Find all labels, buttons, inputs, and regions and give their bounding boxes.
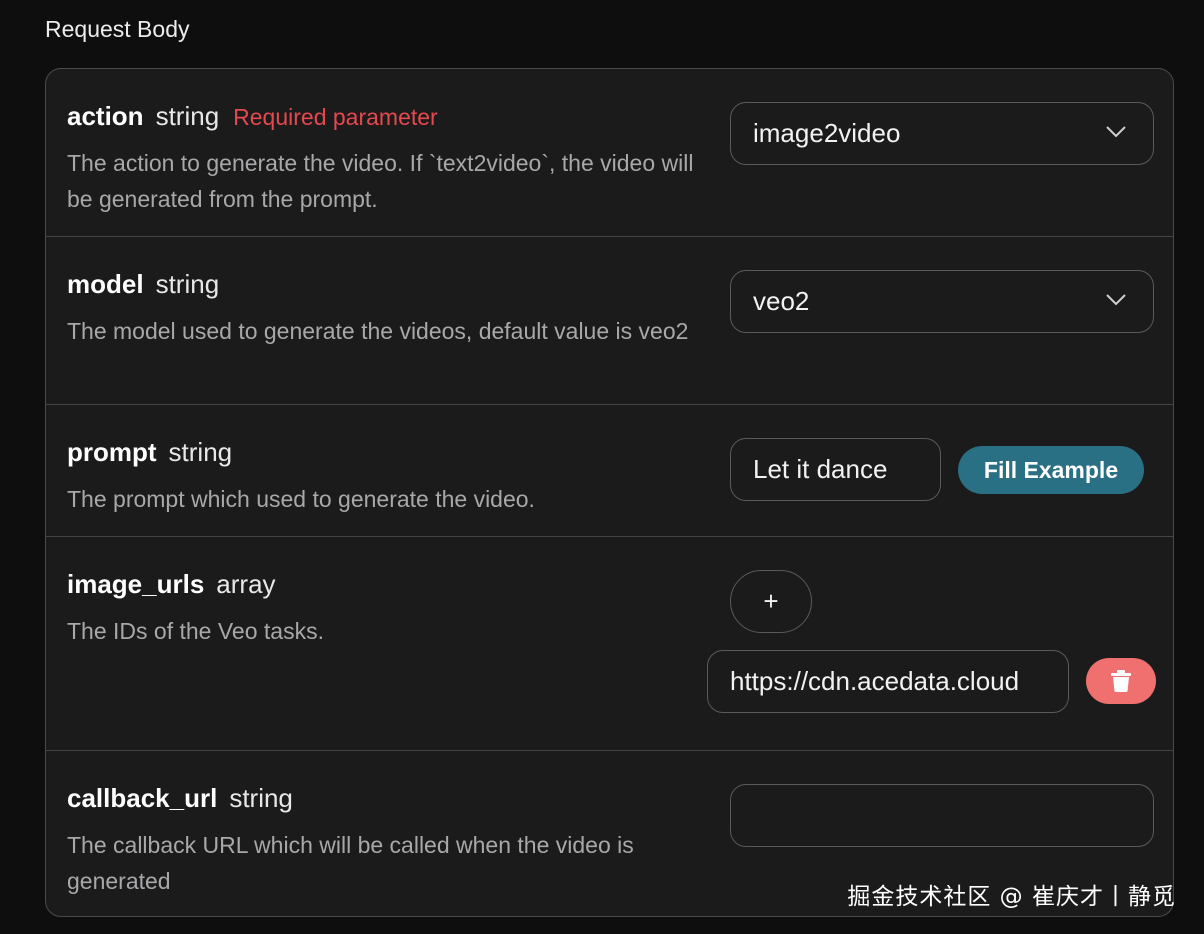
callback-url-input[interactable] [730,784,1154,847]
add-item-button[interactable]: + [730,570,812,633]
param-description: The prompt which used to generate the vi… [67,486,535,512]
param-type: array [216,569,276,599]
param-header: image_urls array [67,569,276,600]
param-type: string [168,437,233,467]
section-title: Request Body [45,16,190,42]
param-description: The callback URL which will be called wh… [67,832,634,894]
param-type: string [229,783,293,813]
trash-icon [1111,670,1131,692]
select-value: image2video [753,118,901,148]
param-type: string [155,101,220,131]
select-value: veo2 [753,286,810,316]
param-row-image-urls: image_urls array The IDs of the Veo task… [46,537,1173,751]
param-header: model string [67,269,219,300]
delete-item-button[interactable] [1086,658,1156,704]
param-description: The action to generate the video. If `te… [67,150,694,212]
param-name: prompt [67,437,157,467]
param-description: The model used to generate the videos, d… [67,318,689,344]
prompt-input[interactable]: Let it dance [730,438,941,501]
param-header: prompt string [67,437,232,468]
param-type: string [155,269,220,299]
input-value: https://cdn.acedata.cloud [730,666,1020,696]
param-row-action: action string Required parameter The act… [46,69,1173,237]
param-description: The IDs of the Veo tasks. [67,618,324,644]
param-name: callback_url [67,783,218,813]
param-header: callback_url string [67,783,293,814]
param-row-model: model string The model used to generate … [46,237,1173,405]
param-row-prompt: prompt string The prompt which used to g… [46,405,1173,537]
chevron-down-icon [1106,126,1126,138]
image-url-input[interactable]: https://cdn.acedata.cloud [707,650,1069,713]
fill-example-button[interactable]: Fill Example [958,446,1144,494]
required-badge: Required parameter [233,104,438,130]
request-body-card: action string Required parameter The act… [45,68,1174,917]
param-header: action string Required parameter [67,101,438,132]
action-select[interactable]: image2video [730,102,1154,165]
chevron-down-icon [1106,294,1126,306]
param-name: model [67,269,144,299]
input-value: Let it dance [753,454,888,484]
model-select[interactable]: veo2 [730,270,1154,333]
param-name: action [67,101,144,131]
watermark: 掘金技术社区 @ 崔庆才丨静觅 [847,884,1176,910]
param-name: image_urls [67,569,205,599]
page: Request Body action string Required para… [0,0,1204,934]
